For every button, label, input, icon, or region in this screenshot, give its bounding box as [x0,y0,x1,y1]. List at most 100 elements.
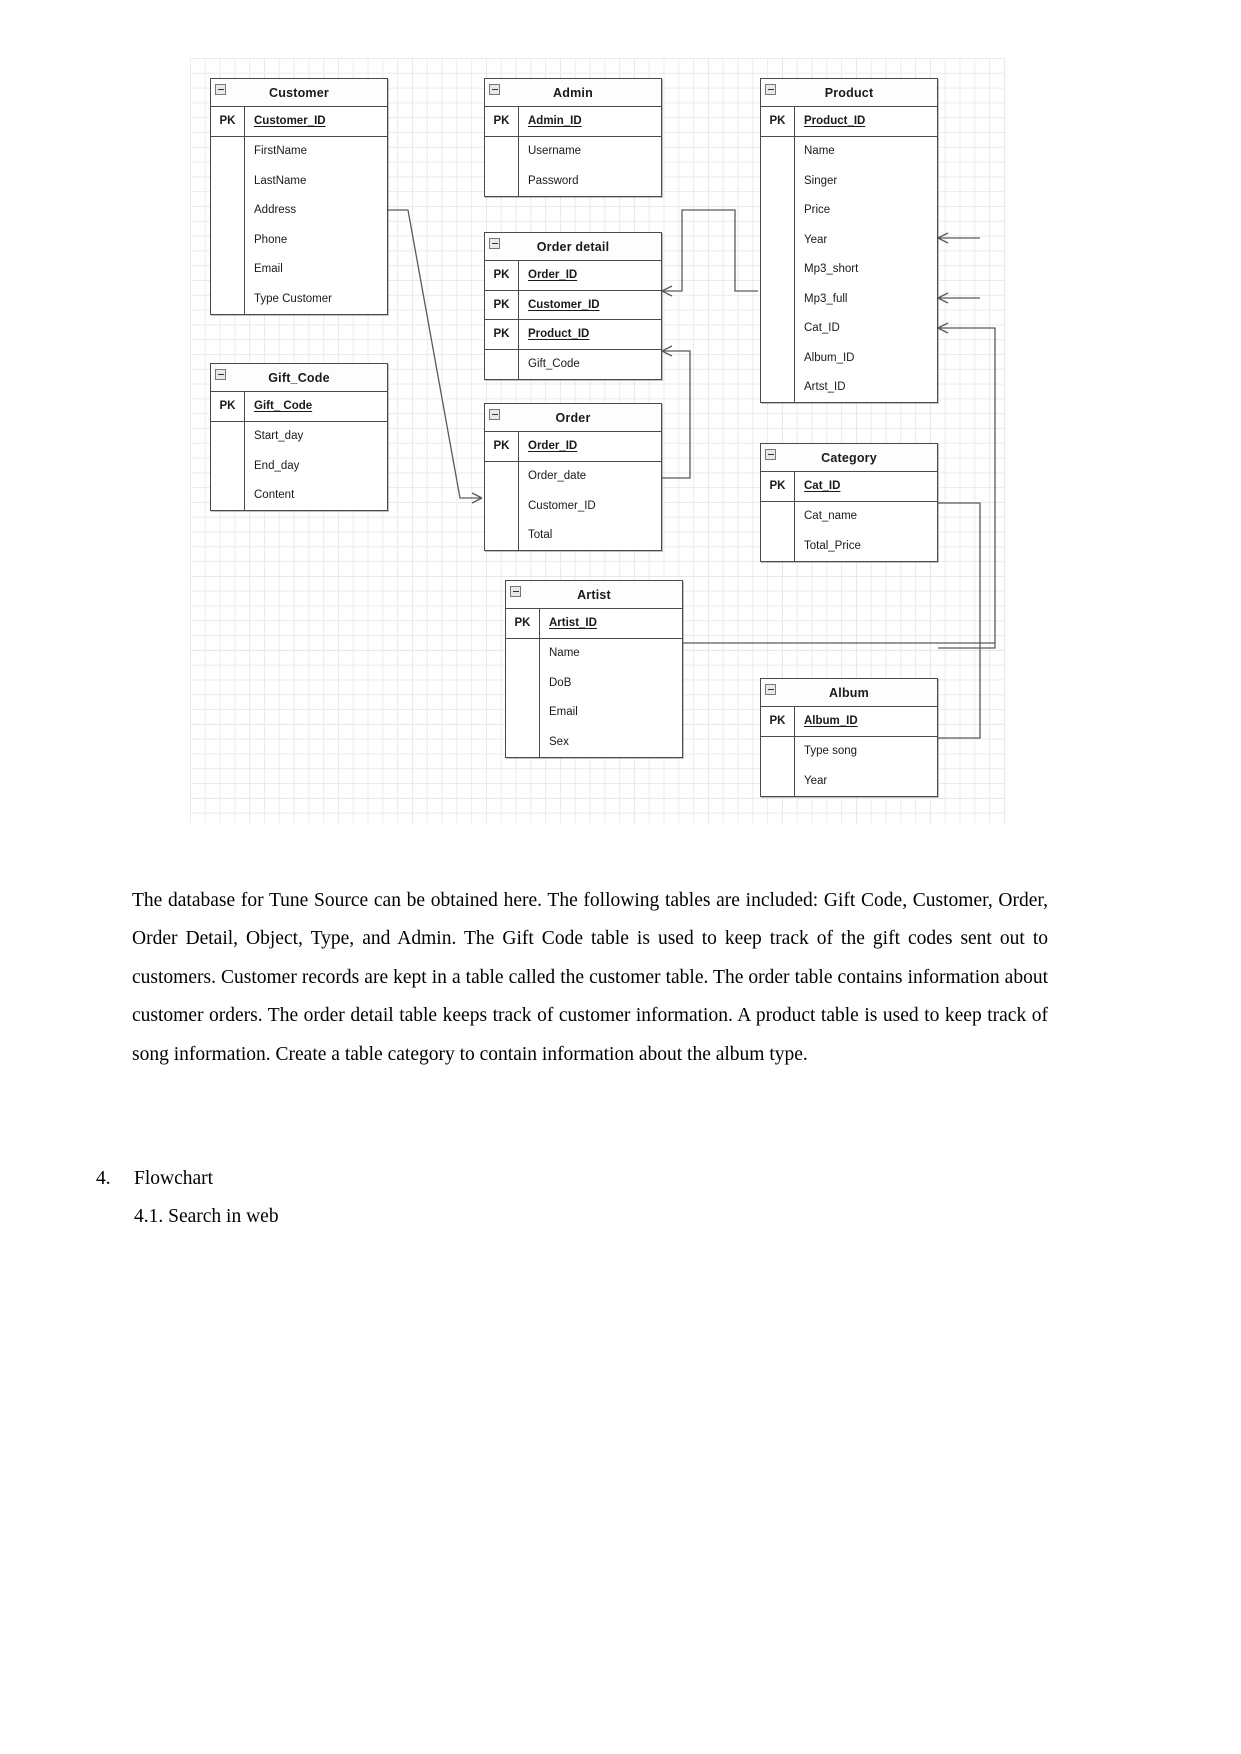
attribute-name: FirstName [254,145,308,158]
collapse-minus-icon[interactable] [765,84,776,95]
attribute-key-label: PK [485,290,519,319]
attribute-row: Customer_ID [485,491,661,521]
attribute-key-label [506,638,540,668]
attribute-name: Price [804,204,831,217]
section-item-flowchart: 4. Flowchart [96,1160,696,1198]
attribute-row: Gift_Code [485,349,661,379]
attribute-key-label: PK [211,107,245,136]
attribute-row: PK Album_ID [761,707,937,737]
attribute-name: Customer_ID [528,298,600,311]
entity-header: Product [761,79,937,107]
attribute-name: Type song [804,745,858,758]
attribute-name: Singer [804,174,838,187]
attribute-row: Start_day [211,421,387,451]
attribute-key-label: PK [485,107,519,136]
collapse-minus-icon[interactable] [765,449,776,460]
attribute-name: Order_ID [528,440,578,453]
entity-header: Artist [506,581,682,609]
collapse-minus-icon[interactable] [765,684,776,695]
attribute-key-label [761,166,795,196]
attribute-row: Phone [211,225,387,255]
attribute-key-label: PK [485,261,519,290]
attribute-row: Sex [506,727,682,757]
entity-album: Album PK Album_ID Type song Year [760,678,938,797]
attribute-name: Mp3_short [804,263,859,276]
attribute-key-label [761,254,795,284]
collapse-minus-icon[interactable] [489,409,500,420]
attribute-name: Cat_name [804,510,858,523]
attribute-key-label [211,421,245,451]
entity-order: Order PK Order_ID Order_date Customer_ID Tota… [484,403,662,551]
attribute-key-label: PK [506,609,540,638]
collapse-minus-icon[interactable] [215,369,226,380]
collapse-minus-icon[interactable] [215,84,226,95]
connector-customer-order [388,209,482,499]
attribute-key-label [211,284,245,314]
attribute-row: Password [485,166,661,196]
attribute-row: PK Product_ID [485,320,661,350]
attribute-name: Cat_ID [804,322,840,335]
collapse-minus-icon[interactable] [510,586,521,597]
attribute-name: Product_ID [528,328,590,341]
attribute-name: Username [528,145,582,158]
attribute-row: End_day [211,451,387,481]
attribute-key-label [485,520,519,550]
attribute-name: Content [254,489,295,502]
entity-title: Order [555,410,591,425]
attribute-name: Type Customer [254,292,332,305]
attribute-key-label [761,225,795,255]
attribute-name: Password [528,174,579,187]
attribute-key-label [211,451,245,481]
attribute-key-label [211,254,245,284]
entity-title: Order detail [536,239,610,254]
attribute-row: Cat_name [761,501,937,531]
attribute-key-label: PK [211,392,245,421]
attribute-name: Order_date [528,470,587,483]
attribute-name: Email [549,706,578,719]
collapse-minus-icon[interactable] [489,238,500,249]
attribute-key-label [506,697,540,727]
attribute-name: Total [528,529,553,542]
entity-title: Artist [577,587,611,602]
attribute-row: Year [761,225,937,255]
attribute-key-label [506,727,540,757]
connector-product-category [938,327,996,649]
attribute-row: Year [761,766,937,796]
attribute-name: Artst_ID [804,381,846,394]
connector-category-rail [938,502,981,648]
attribute-row: Price [761,195,937,225]
attribute-row: Total_Price [761,531,937,561]
attribute-name: Product_ID [804,115,866,128]
attribute-name: Year [804,774,828,787]
attribute-name: DoB [549,676,572,689]
entity-title: Category [821,450,877,465]
attribute-key-label [211,136,245,166]
section-title: Flowchart [134,1168,214,1189]
attribute-name: Name [804,145,835,158]
attribute-row: Mp3_short [761,254,937,284]
collapse-minus-icon[interactable] [489,84,500,95]
attribute-row: Email [211,254,387,284]
attribute-key-label [485,491,519,521]
entity-header: Order [485,404,661,432]
attribute-row: Content [211,480,387,510]
attribute-key-label [485,461,519,491]
attribute-name: End_day [254,459,300,472]
attribute-key-label [211,225,245,255]
attribute-name: Album_ID [804,715,858,728]
attribute-row: Total [485,520,661,550]
attribute-row: PK Admin_ID [485,107,661,137]
attribute-name: Gift_ Code [254,400,313,413]
attribute-name: Year [804,233,828,246]
entity-title: Gift_Code [268,370,330,385]
entity-header: Order detail [485,233,661,261]
attribute-name: LastName [254,174,307,187]
attribute-key-label [485,136,519,166]
entity-gift-code: Gift_Code PK Gift_ Code Start_day End_day Con… [210,363,388,511]
connector-orderdetail-product [662,209,758,292]
attribute-row: Singer [761,166,937,196]
attribute-key-label [211,195,245,225]
attribute-row: Name [761,136,937,166]
attribute-key-label [761,136,795,166]
connector-orderdetail-order [662,350,691,479]
